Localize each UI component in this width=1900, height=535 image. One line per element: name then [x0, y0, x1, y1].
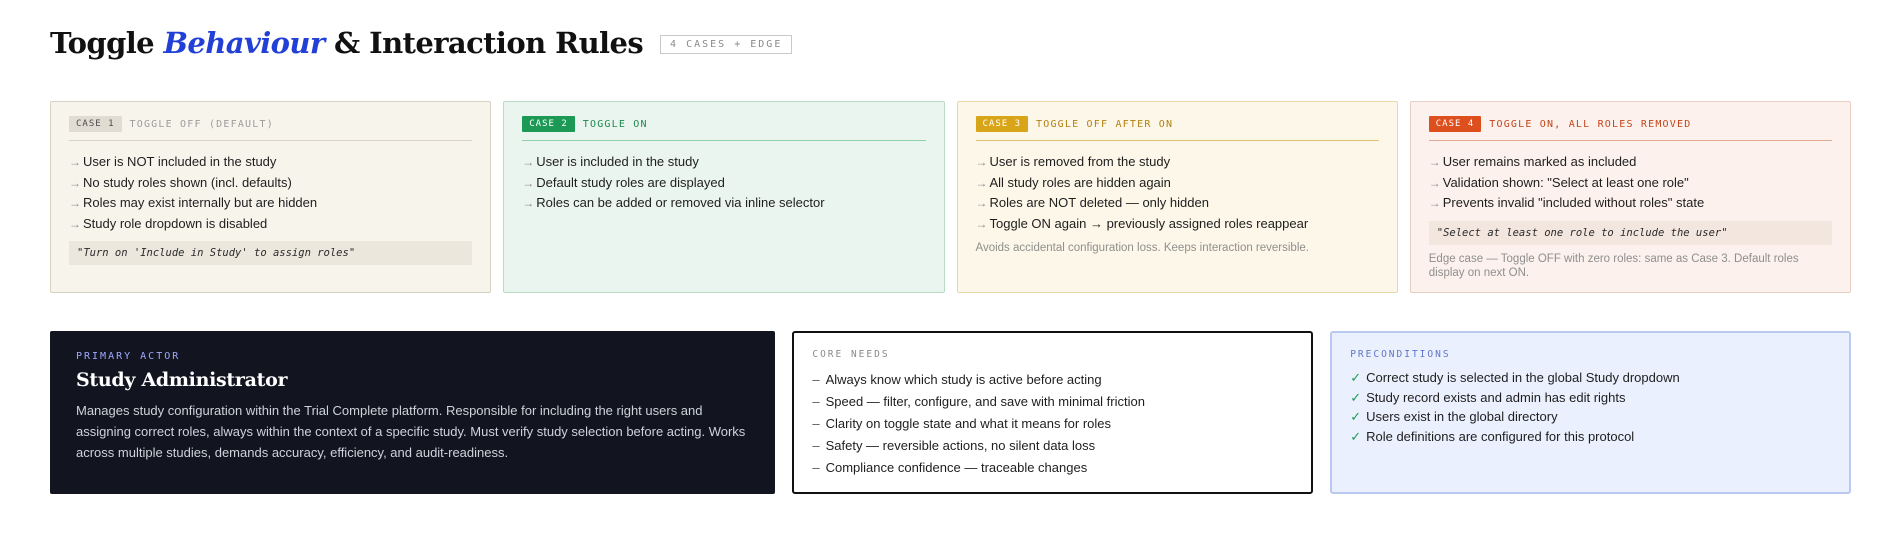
- arrow-right-icon: →: [522, 155, 535, 169]
- list-item: → User is NOT included in the study: [69, 154, 277, 169]
- helper-message: "Turn on 'Include in Study' to assign ro…: [69, 241, 473, 265]
- cases-count-badge: 4 CASES + EDGE: [660, 35, 793, 54]
- case-label: TOGGLE OFF (DEFAULT): [129, 118, 274, 130]
- actor-description: Manages study configuration within the T…: [76, 403, 746, 460]
- case-tag: CASE 3: [975, 116, 1029, 132]
- case-note: Avoids accidental configuration loss. Ke…: [975, 242, 1309, 254]
- core-needs-card: CORE NEEDS – Always know which study is a…: [792, 331, 1314, 494]
- page-header: Toggle Behaviour & Interaction Rules 4 C…: [50, 26, 793, 60]
- primary-actor-card: PRIMARY ACTOR Study Administrator Manage…: [50, 331, 776, 494]
- arrow-right-icon: →: [522, 196, 535, 210]
- arrow-right-icon: →: [1428, 155, 1441, 169]
- actor-eyebrow: PRIMARY ACTOR: [76, 351, 181, 362]
- list-item: → Default study roles are displayed: [522, 174, 725, 190]
- case-tag: CASE 4: [1428, 116, 1482, 132]
- needs-list: – Always know which study is active befor…: [812, 369, 1293, 479]
- list-item: → User is removed from the study: [975, 154, 1171, 169]
- case-header: CASE 3 TOGGLE OFF AFTER ON: [975, 116, 1379, 141]
- dash-icon: –: [812, 460, 820, 475]
- case-label: TOGGLE ON, ALL ROLES REMOVED: [1489, 118, 1692, 130]
- cases-row: CASE 1 TOGGLE OFF (DEFAULT) → User is NOT…: [50, 101, 1851, 293]
- dash-icon: –: [812, 394, 820, 409]
- arrow-right-icon: →: [522, 175, 535, 190]
- case-header: CASE 2 TOGGLE ON: [522, 116, 926, 141]
- dash-icon: –: [812, 372, 820, 387]
- arrow-right-icon: →: [69, 216, 81, 231]
- title-prefix: Toggle: [50, 26, 164, 60]
- actor-title: Study Administrator: [76, 369, 288, 391]
- case-card-4: CASE 4 TOGGLE ON, ALL ROLES REMOVED → Use…: [1409, 101, 1851, 293]
- list-item: → Study role dropdown is disabled: [69, 215, 268, 231]
- list-item: → No study roles shown (incl. defaults): [69, 174, 292, 190]
- checkmark-icon: ✓: [1350, 409, 1362, 424]
- list-item: ✓ Users exist in the global directory: [1350, 409, 1558, 424]
- title-suffix: & Interaction Rules: [324, 26, 644, 60]
- arrow-right-icon: →: [69, 155, 81, 169]
- case-tag: CASE 2: [522, 116, 575, 132]
- arrow-right-icon: →: [1428, 175, 1441, 190]
- dash-icon: –: [812, 416, 820, 431]
- validation-message: "Select at least one role to include the…: [1428, 220, 1832, 245]
- title-accent: Behaviour: [163, 26, 326, 60]
- checkmark-icon: ✓: [1350, 370, 1362, 385]
- list-item: → All study roles are hidden again: [975, 174, 1171, 190]
- list-item: – Safety — reversible actions, no silent …: [812, 438, 1096, 453]
- preconditions-card: PRECONDITIONS ✓ Correct study is selected…: [1330, 331, 1852, 494]
- arrow-right-icon: →: [975, 175, 988, 190]
- case-note: Edge case — Toggle OFF with zero roles: …: [1428, 252, 1799, 279]
- case-bullets: → User remains marked as included → Valida…: [1429, 152, 1832, 214]
- list-item: – Speed — filter, configure, and save wit…: [812, 394, 1145, 409]
- case-bullets: → User is removed from the study → All stu…: [976, 152, 1379, 234]
- list-item: → Roles are NOT deleted — only hidden: [975, 195, 1209, 210]
- dash-icon: –: [812, 438, 820, 453]
- list-item: – Always know which study is active befor…: [812, 372, 1102, 387]
- arrow-right-icon: →: [1428, 196, 1441, 210]
- case-card-3: CASE 3 TOGGLE OFF AFTER ON → User is remo…: [956, 101, 1398, 293]
- list-item: → User remains marked as included: [1428, 154, 1637, 169]
- preconditions-eyebrow: PRECONDITIONS: [1350, 349, 1451, 360]
- arrow-right-icon: →: [69, 196, 81, 210]
- case-tag: CASE 1: [69, 116, 122, 132]
- list-item: – Clarity on toggle state and what it mea…: [812, 416, 1112, 431]
- page-title: Toggle Behaviour & Interaction Rules: [50, 26, 644, 60]
- arrow-right-icon: →: [975, 196, 988, 210]
- list-item: → Roles can be added or removed via inlin…: [522, 195, 825, 210]
- preconditions-list: ✓ Correct study is selected in the global…: [1350, 368, 1831, 446]
- case-header: CASE 1 TOGGLE OFF (DEFAULT): [69, 116, 473, 141]
- arrow-right-icon: →: [975, 155, 988, 169]
- case-card-1: CASE 1 TOGGLE OFF (DEFAULT) → User is NOT…: [50, 101, 492, 293]
- list-item: → Toggle ON again → previously assigned r…: [975, 215, 1309, 231]
- list-item: → Validation shown: "Select at least one …: [1428, 174, 1689, 190]
- case-bullets: → User is included in the study → Default …: [522, 152, 925, 214]
- checkmark-icon: ✓: [1350, 389, 1362, 405]
- case-header: CASE 4 TOGGLE ON, ALL ROLES REMOVED: [1428, 116, 1832, 141]
- list-item: ✓ Correct study is selected in the global…: [1350, 370, 1680, 385]
- context-row: PRIMARY ACTOR Study Administrator Manage…: [50, 331, 1852, 494]
- needs-eyebrow: CORE NEEDS: [812, 349, 890, 360]
- list-item: – Compliance confidence — traceable chang…: [812, 460, 1088, 475]
- checkmark-icon: ✓: [1350, 428, 1362, 444]
- arrow-right-icon: →: [69, 175, 81, 190]
- list-item: ✓ Study record exists and admin has edit …: [1350, 389, 1626, 405]
- list-item: → Prevents invalid "included without role…: [1428, 195, 1705, 210]
- case-card-2: CASE 2 TOGGLE ON → User is included in th…: [503, 101, 945, 293]
- case-label: TOGGLE ON: [582, 118, 648, 130]
- list-item: → Roles may exist internally but are hidd…: [69, 195, 318, 210]
- case-bullets: → User is NOT included in the study → No s…: [69, 152, 472, 234]
- arrow-right-icon: →: [975, 216, 988, 231]
- list-item: ✓ Role definitions are configured for thi…: [1350, 428, 1635, 444]
- case-label: TOGGLE OFF AFTER ON: [1036, 118, 1174, 130]
- list-item: → User is included in the study: [522, 154, 699, 169]
